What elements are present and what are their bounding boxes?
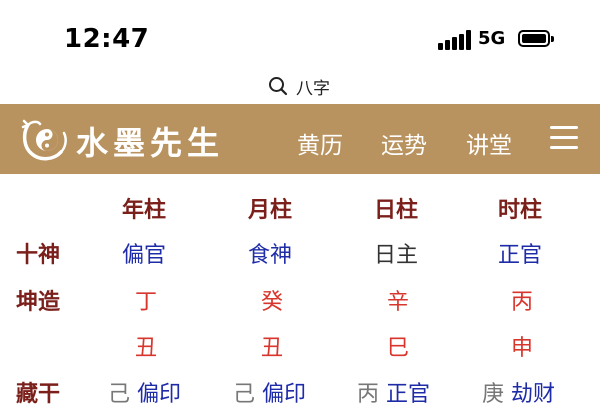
canggan-year-stem: 己 [108, 382, 131, 407]
network-type: 5G [478, 28, 506, 49]
shishen-year: 偏官 [122, 243, 167, 268]
search-bar[interactable]: 八字 [268, 73, 330, 99]
brand-name[interactable]: 水墨先生 [76, 118, 224, 164]
stem-month: 癸 [261, 290, 284, 315]
battery-icon [518, 30, 554, 47]
column-year-pillar: 年柱 [122, 198, 167, 223]
nav-yunshi[interactable]: 运势 [381, 126, 427, 160]
column-hour-pillar: 时柱 [498, 198, 543, 223]
branch-day: 巳 [387, 336, 410, 361]
canggan-year-god: 偏印 [137, 382, 182, 407]
shishen-hour: 正官 [498, 243, 543, 268]
shishen-month: 食神 [248, 243, 293, 268]
branch-month: 丑 [261, 336, 284, 361]
column-month-pillar: 月柱 [248, 198, 293, 223]
stem-hour: 丙 [511, 290, 534, 315]
row-label-shishen: 十神 [16, 243, 61, 268]
canggan-year: 己 偏印 [108, 376, 181, 408]
cellular-signal-icon [438, 30, 471, 50]
canggan-hour-god: 劫财 [511, 382, 556, 407]
status-bar: 12:47 5G [0, 0, 600, 78]
canggan-month: 己 偏印 [233, 376, 306, 408]
status-time: 12:47 [64, 24, 150, 54]
canggan-hour: 庚 劫财 [482, 376, 555, 408]
shishen-day: 日主 [374, 243, 419, 268]
nav-huangli[interactable]: 黄历 [297, 126, 343, 160]
canggan-month-stem: 己 [233, 382, 256, 407]
stem-year: 丁 [135, 290, 158, 315]
canggan-day-god: 正官 [386, 382, 431, 407]
row-label-canggan: 藏干 [16, 382, 61, 407]
row-label-kunzao: 坤造 [16, 290, 61, 315]
column-day-pillar: 日柱 [374, 198, 419, 223]
stem-day: 辛 [387, 290, 410, 315]
canggan-day-stem: 丙 [357, 382, 380, 407]
branch-year: 丑 [135, 336, 158, 361]
taiji-dragon-logo-icon[interactable] [20, 115, 70, 163]
search-query: 八字 [296, 78, 330, 99]
branch-hour: 申 [511, 336, 534, 361]
search-icon [269, 77, 288, 96]
canggan-day: 丙 正官 [357, 376, 430, 408]
nav-jiangtang[interactable]: 讲堂 [466, 126, 512, 160]
canggan-hour-stem: 庚 [482, 382, 505, 407]
hamburger-menu-icon[interactable] [550, 126, 578, 150]
canggan-month-god: 偏印 [262, 382, 307, 407]
app-header: 水墨先生 黄历 运势 讲堂 [0, 104, 600, 174]
